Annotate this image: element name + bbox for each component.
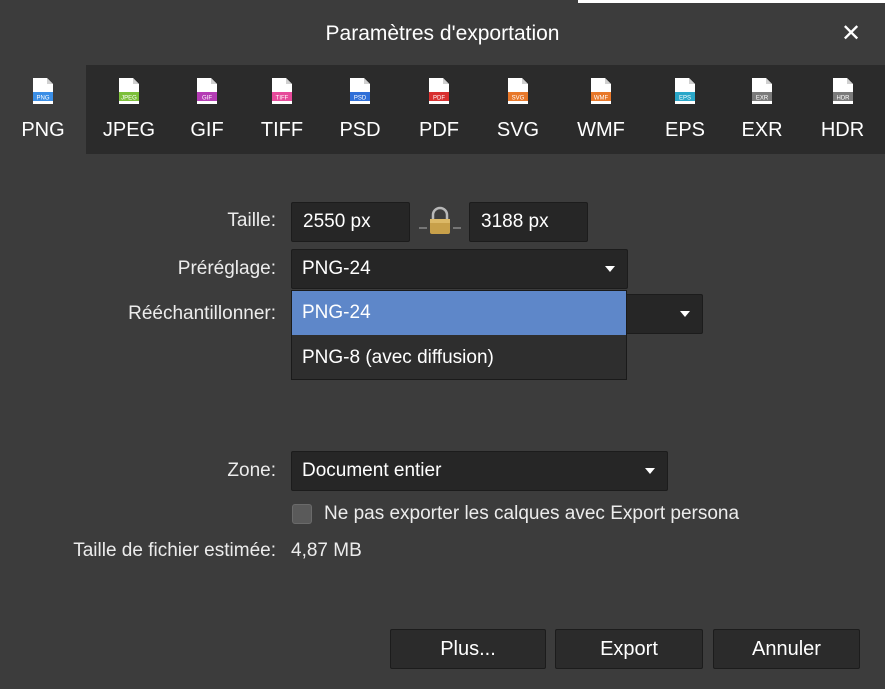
format-tab-pdf[interactable]: PDF PDF xyxy=(398,65,480,154)
psd-file-icon: PSD xyxy=(350,78,370,104)
wmf-file-icon: WMF xyxy=(591,78,611,104)
preset-value: PNG-24 xyxy=(302,258,371,279)
chevron-down-icon xyxy=(645,468,655,474)
format-label: TIFF xyxy=(260,119,304,141)
format-tab-exr[interactable]: EXR EXR xyxy=(724,65,800,154)
chevron-down-icon xyxy=(680,311,690,317)
format-label: EXR xyxy=(741,119,783,141)
width-input[interactable]: 2550 px xyxy=(291,202,410,242)
preset-label: Préréglage: xyxy=(177,258,276,279)
filesize-label: Taille de fichier estimée: xyxy=(73,540,276,561)
format-label: HDR xyxy=(820,119,865,141)
zone-select[interactable]: Document entier xyxy=(291,451,668,491)
dialog-title: Paramètres d'exportation xyxy=(325,22,560,45)
pdf-file-icon: PDF xyxy=(429,78,449,104)
svg-text:SVG: SVG xyxy=(512,96,525,102)
preset-select[interactable]: PNG-24 xyxy=(291,249,628,289)
png-file-icon: PNG xyxy=(33,78,53,104)
jpeg-file-icon: JPEG xyxy=(119,78,139,104)
svg-file-icon: SVG xyxy=(508,78,528,104)
filesize-value: 4,87 MB xyxy=(291,540,362,561)
format-label: WMF xyxy=(577,119,625,141)
zone-value: Document entier xyxy=(302,460,442,481)
format-toolbar: PNG PNG JPEG JPEG GIF GIF TIFF TIFF PSD … xyxy=(0,65,885,154)
format-tab-jpeg[interactable]: JPEG JPEG xyxy=(86,65,172,154)
format-tab-svg[interactable]: SVG SVG xyxy=(480,65,556,154)
close-icon[interactable]: ✕ xyxy=(836,19,866,49)
size-label: Taille: xyxy=(227,210,276,231)
format-tab-psd[interactable]: PSD PSD xyxy=(322,65,398,154)
format-tab-hdr[interactable]: HDR HDR xyxy=(800,65,885,154)
chevron-down-icon xyxy=(605,266,615,272)
format-tab-gif[interactable]: GIF GIF xyxy=(172,65,242,154)
preset-dropdown-list: PNG-24 PNG-8 (avec diffusion) xyxy=(291,290,627,380)
format-tab-wmf[interactable]: WMF WMF xyxy=(556,65,646,154)
gif-file-icon: GIF xyxy=(197,78,217,104)
svg-text:GIF: GIF xyxy=(202,96,212,102)
height-input[interactable]: 3188 px xyxy=(469,202,588,242)
cancel-button[interactable]: Annuler xyxy=(713,629,860,669)
export-settings-dialog: Paramètres d'exportation ✕ PNG PNG JPEG … xyxy=(0,0,885,689)
svg-text:TIFF: TIFF xyxy=(276,96,289,102)
svg-text:HDR: HDR xyxy=(836,96,850,102)
svg-text:EXR: EXR xyxy=(756,96,769,102)
svg-text:JPEG: JPEG xyxy=(121,96,137,102)
hdr-file-icon: HDR xyxy=(832,78,853,104)
svg-text:PNG: PNG xyxy=(36,96,49,102)
format-label: EPS xyxy=(664,119,706,141)
layers-checkbox-label[interactable]: Ne pas exporter les calques avec Export … xyxy=(324,503,739,525)
layers-checkbox[interactable] xyxy=(292,504,312,524)
zone-label: Zone: xyxy=(227,460,276,481)
format-tab-tiff[interactable]: TIFF TIFF xyxy=(242,65,322,154)
svg-text:PDF: PDF xyxy=(433,96,445,102)
format-label: PNG xyxy=(21,119,65,141)
format-label: JPEG xyxy=(102,119,156,141)
preset-option-png24[interactable]: PNG-24 xyxy=(292,291,626,335)
resample-label: Rééchantillonner: xyxy=(128,303,276,324)
export-button[interactable]: Export xyxy=(555,629,703,669)
preset-option-png8[interactable]: PNG-8 (avec diffusion) xyxy=(292,336,626,380)
format-tab-png[interactable]: PNG PNG xyxy=(0,65,86,154)
eps-file-icon: EPS xyxy=(675,78,695,104)
format-label: GIF xyxy=(190,119,224,141)
tiff-file-icon: TIFF xyxy=(272,78,292,104)
title-bar: Paramètres d'exportation ✕ xyxy=(0,3,885,65)
exr-file-icon: EXR xyxy=(752,78,772,104)
lock-icon[interactable] xyxy=(419,206,461,236)
svg-text:EPS: EPS xyxy=(679,96,691,102)
svg-text:PSD: PSD xyxy=(354,96,367,102)
svg-text:WMF: WMF xyxy=(594,96,609,102)
format-tab-eps[interactable]: EPS EPS xyxy=(646,65,724,154)
format-label: PSD xyxy=(339,119,381,141)
more-button[interactable]: Plus... xyxy=(390,629,546,669)
format-label: PDF xyxy=(419,119,459,141)
format-label: SVG xyxy=(496,119,540,141)
